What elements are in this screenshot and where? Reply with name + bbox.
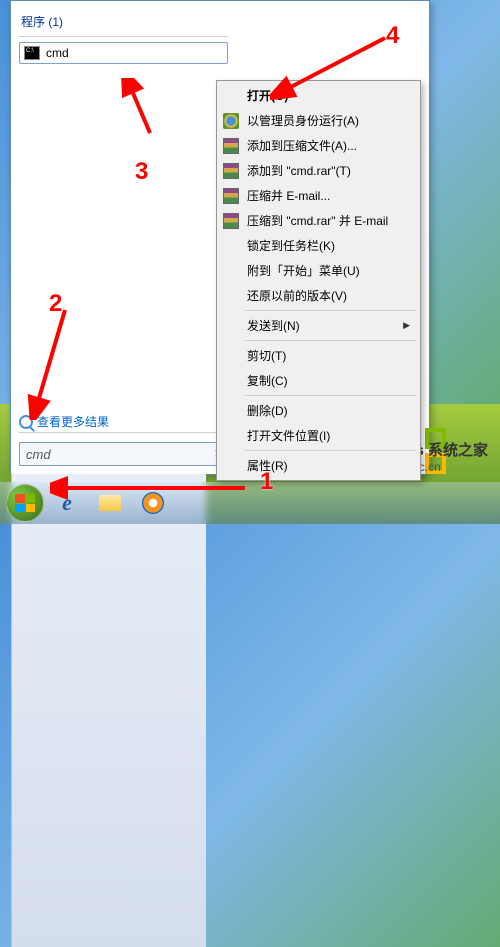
search-icon bbox=[19, 415, 33, 429]
menu-item-label: 添加到压缩文件(A)... bbox=[247, 137, 357, 154]
context-menu-item-12[interactable]: 剪切(T) bbox=[219, 343, 418, 368]
search-input[interactable] bbox=[19, 442, 227, 466]
menu-item-label: 打开(O) bbox=[247, 87, 288, 104]
see-more-results-link[interactable]: 查看更多结果 bbox=[19, 413, 109, 430]
programs-header: 程序 (1) bbox=[21, 13, 228, 30]
rar-icon bbox=[223, 188, 239, 204]
menu-separator bbox=[245, 340, 416, 341]
menu-item-label: 添加到 "cmd.rar"(T) bbox=[247, 162, 351, 179]
context-menu-item-6[interactable]: 锁定到任务栏(K) bbox=[219, 233, 418, 258]
context-menu-item-2[interactable]: 添加到压缩文件(A)... bbox=[219, 133, 418, 158]
windows-flag-icon bbox=[15, 494, 35, 512]
menu-item-label: 附到「开始」菜单(U) bbox=[247, 262, 360, 279]
submenu-arrow-icon: ▶ bbox=[403, 320, 410, 331]
rar-icon bbox=[223, 163, 239, 179]
menu-item-label: 以管理员身份运行(A) bbox=[247, 112, 359, 129]
context-menu-item-3[interactable]: 添加到 "cmd.rar"(T) bbox=[219, 158, 418, 183]
wmp-icon bbox=[142, 492, 164, 514]
menu-item-label: 锁定到任务栏(K) bbox=[247, 237, 335, 254]
taskbar-explorer-button[interactable] bbox=[90, 487, 130, 519]
menu-item-label: 压缩到 "cmd.rar" 并 E-mail bbox=[247, 212, 388, 229]
start-button[interactable] bbox=[6, 484, 44, 522]
taskbar-wmp-button[interactable] bbox=[133, 487, 173, 519]
result-label: cmd bbox=[46, 46, 69, 60]
context-menu-item-4[interactable]: 压缩并 E-mail... bbox=[219, 183, 418, 208]
menu-separator bbox=[245, 310, 416, 311]
taskbar: e bbox=[0, 482, 500, 524]
menu-separator bbox=[245, 450, 416, 451]
menu-item-label: 属性(R) bbox=[247, 457, 288, 474]
folder-icon bbox=[99, 495, 121, 511]
ie-icon: e bbox=[62, 490, 72, 516]
menu-separator bbox=[245, 395, 416, 396]
context-menu-item-18[interactable]: 属性(R) bbox=[219, 453, 418, 478]
start-menu-right-pane bbox=[11, 474, 206, 947]
menu-item-label: 发送到(N) bbox=[247, 317, 300, 334]
menu-item-label: 打开文件位置(I) bbox=[247, 427, 330, 444]
menu-item-label: 剪切(T) bbox=[247, 347, 286, 364]
context-menu-item-0[interactable]: 打开(O) bbox=[219, 83, 418, 108]
context-menu-item-13[interactable]: 复制(C) bbox=[219, 368, 418, 393]
context-menu: 打开(O) 以管理员身份运行(A) 添加到压缩文件(A)... 添加到 "cmd.ra… bbox=[216, 80, 421, 481]
context-menu-item-15[interactable]: 删除(D) bbox=[219, 398, 418, 423]
menu-item-label: 压缩并 E-mail... bbox=[247, 187, 330, 204]
shield-icon bbox=[223, 113, 239, 129]
context-menu-item-16[interactable]: 打开文件位置(I) bbox=[219, 423, 418, 448]
cmd-icon bbox=[24, 46, 40, 60]
rar-icon bbox=[223, 138, 239, 154]
taskbar-ie-button[interactable]: e bbox=[47, 487, 87, 519]
menu-item-label: 还原以前的版本(V) bbox=[247, 287, 347, 304]
context-menu-item-1[interactable]: 以管理员身份运行(A) bbox=[219, 108, 418, 133]
context-menu-item-7[interactable]: 附到「开始」菜单(U) bbox=[219, 258, 418, 283]
context-menu-item-8[interactable]: 还原以前的版本(V) bbox=[219, 283, 418, 308]
see-more-label: 查看更多结果 bbox=[37, 413, 109, 430]
menu-item-label: 删除(D) bbox=[247, 402, 288, 419]
context-menu-item-5[interactable]: 压缩到 "cmd.rar" 并 E-mail bbox=[219, 208, 418, 233]
rar-icon bbox=[223, 213, 239, 229]
search-result-cmd[interactable]: cmd bbox=[19, 42, 228, 64]
context-menu-item-10[interactable]: 发送到(N) ▶ bbox=[219, 313, 418, 338]
menu-item-label: 复制(C) bbox=[247, 372, 288, 389]
